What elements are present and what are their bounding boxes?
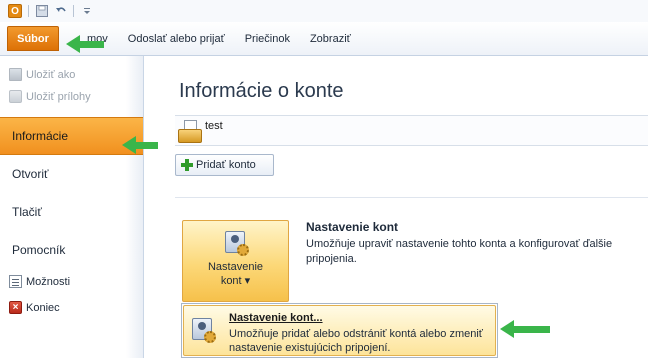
save-attachments-label: Uložiť prílohy	[26, 91, 91, 103]
backstage-nav: Uložiť ako Uložiť prílohy Informácie Otv…	[0, 56, 144, 358]
ribbon-tabs: Súbor mov Odoslať alebo prijať Priečinok…	[0, 22, 648, 56]
undo-icon[interactable]	[54, 5, 67, 17]
section-divider	[175, 197, 648, 198]
save-attachments-command[interactable]: Uložiť prílohy	[0, 86, 143, 108]
plus-icon	[181, 159, 193, 171]
account-settings-icon	[222, 229, 250, 257]
dropdown-item-account-settings[interactable]: Nastavenie kont... Umožňuje pridať alebo…	[183, 305, 496, 356]
save-as-icon	[9, 68, 22, 81]
account-settings-label-line1: Nastavenie	[207, 261, 264, 273]
options-icon	[9, 275, 22, 288]
account-info-panel: Informácie o konte test Pridať konto Nas…	[145, 56, 648, 358]
options-command[interactable]: Možnosti	[0, 269, 143, 295]
account-settings-label-line2: kont ▾	[220, 275, 251, 287]
dropdown-item-description: Umožňuje pridať alebo odstrániť kontá al…	[229, 328, 483, 354]
close-icon: ×	[9, 301, 22, 314]
account-settings-button[interactable]: Nastavenie kont ▾	[182, 220, 289, 302]
account-selector[interactable]: test	[175, 115, 648, 146]
save-as-command[interactable]: Uložiť ako	[0, 64, 143, 86]
tab-send-receive[interactable]: Odoslať alebo prijať	[118, 26, 235, 52]
save-as-label: Uložiť ako	[26, 69, 76, 81]
account-settings-menu-icon	[189, 316, 217, 344]
tab-folder[interactable]: Priečinok	[235, 26, 300, 52]
toolbar-separator	[28, 5, 29, 17]
nav-tab-open[interactable]: Otvoriť	[0, 155, 143, 193]
toolbar-separator	[73, 5, 74, 17]
account-settings-dropdown: Nastavenie kont... Umožňuje pridať alebo…	[181, 303, 498, 358]
options-label: Možnosti	[26, 276, 71, 288]
dropdown-item-title: Nastavenie kont...	[229, 312, 323, 324]
save-icon[interactable]	[35, 5, 48, 17]
customize-icon[interactable]	[80, 5, 93, 17]
nav-tab-help[interactable]: Pomocník	[0, 231, 143, 269]
account-name: test	[205, 120, 223, 132]
add-account-label: Pridať konto	[196, 159, 256, 171]
nav-tab-print[interactable]: Tlačiť	[0, 193, 143, 231]
tab-view[interactable]: Zobraziť	[300, 26, 361, 52]
exit-command[interactable]: × Koniec	[0, 295, 143, 321]
settings-title: Nastavenie kont	[306, 220, 399, 234]
outlook-icon[interactable]: O	[8, 4, 22, 18]
settings-description: Umožňuje upraviť nastavenie tohto konta …	[306, 238, 613, 265]
page-title: Informácie o konte	[179, 80, 344, 102]
mailbox-icon	[178, 120, 202, 144]
save-attachments-icon	[9, 90, 22, 103]
quick-access-toolbar: O	[0, 0, 648, 22]
exit-label: Koniec	[26, 302, 60, 314]
add-account-button[interactable]: Pridať konto	[175, 154, 274, 176]
tab-file[interactable]: Súbor	[7, 26, 59, 51]
